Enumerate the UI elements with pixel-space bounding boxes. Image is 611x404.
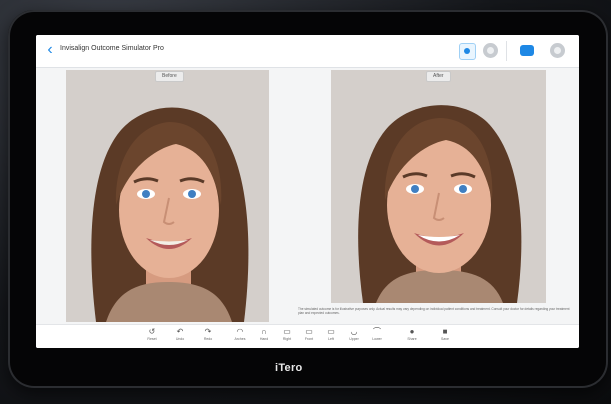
undo-icon: ↶: [176, 327, 184, 336]
share-button[interactable]: ● Share: [401, 327, 423, 347]
right-icon: ▭: [283, 327, 291, 336]
arches-icon: ◠: [236, 327, 244, 336]
after-label: After: [426, 71, 451, 82]
lower-icon: ⌒: [373, 327, 381, 336]
upper-icon: ◡: [350, 327, 358, 336]
app-title: Invisalign Outcome Simulator Pro: [60, 45, 164, 52]
reset-icon: ↺: [148, 327, 156, 336]
front-icon: ▭: [305, 327, 313, 336]
hand-icon: ∩: [261, 327, 267, 336]
redo-button[interactable]: ↷ Redo: [197, 327, 219, 347]
header-divider: [506, 41, 507, 61]
settings-icon[interactable]: [550, 43, 565, 58]
hand-button[interactable]: ∩ Hand: [253, 327, 275, 347]
save-icon: ■: [442, 327, 448, 336]
lower-view-button[interactable]: ⌒ Lower: [366, 327, 388, 347]
before-photo: [66, 70, 269, 322]
undo-button[interactable]: ↶ Undo: [169, 327, 191, 347]
after-photo: [331, 70, 546, 303]
reset-button[interactable]: ↺ Reset: [141, 327, 163, 347]
front-view-button[interactable]: ▭ Front: [298, 327, 320, 347]
share-icon: ●: [409, 327, 415, 336]
redo-icon: ↷: [204, 327, 212, 336]
device-logo: iTero: [275, 362, 303, 374]
arches-button[interactable]: ◠ Arches: [229, 327, 251, 347]
save-button[interactable]: ■ Save: [434, 327, 456, 347]
camera-icon[interactable]: [459, 43, 476, 60]
app-screen: ‹ Invisalign Outcome Simulator Pro Befor…: [36, 35, 579, 348]
left-view-button[interactable]: ▭ Left: [320, 327, 342, 347]
left-icon: ▭: [327, 327, 335, 336]
right-view-button[interactable]: ▭ Right: [276, 327, 298, 347]
profile-icon[interactable]: [483, 43, 498, 58]
bottom-toolbar: ↺ Reset ↶ Undo ↷ Redo ◠ Arches ∩ Hand ▭ …: [36, 324, 579, 348]
before-label: Before: [155, 71, 184, 82]
disclaimer-text: The simulated outcome is for illustrativ…: [298, 307, 570, 315]
app-header: ‹ Invisalign Outcome Simulator Pro: [36, 35, 579, 68]
upper-view-button[interactable]: ◡ Upper: [343, 327, 365, 347]
back-button[interactable]: ‹: [42, 41, 58, 59]
dental-icon[interactable]: [520, 45, 534, 56]
